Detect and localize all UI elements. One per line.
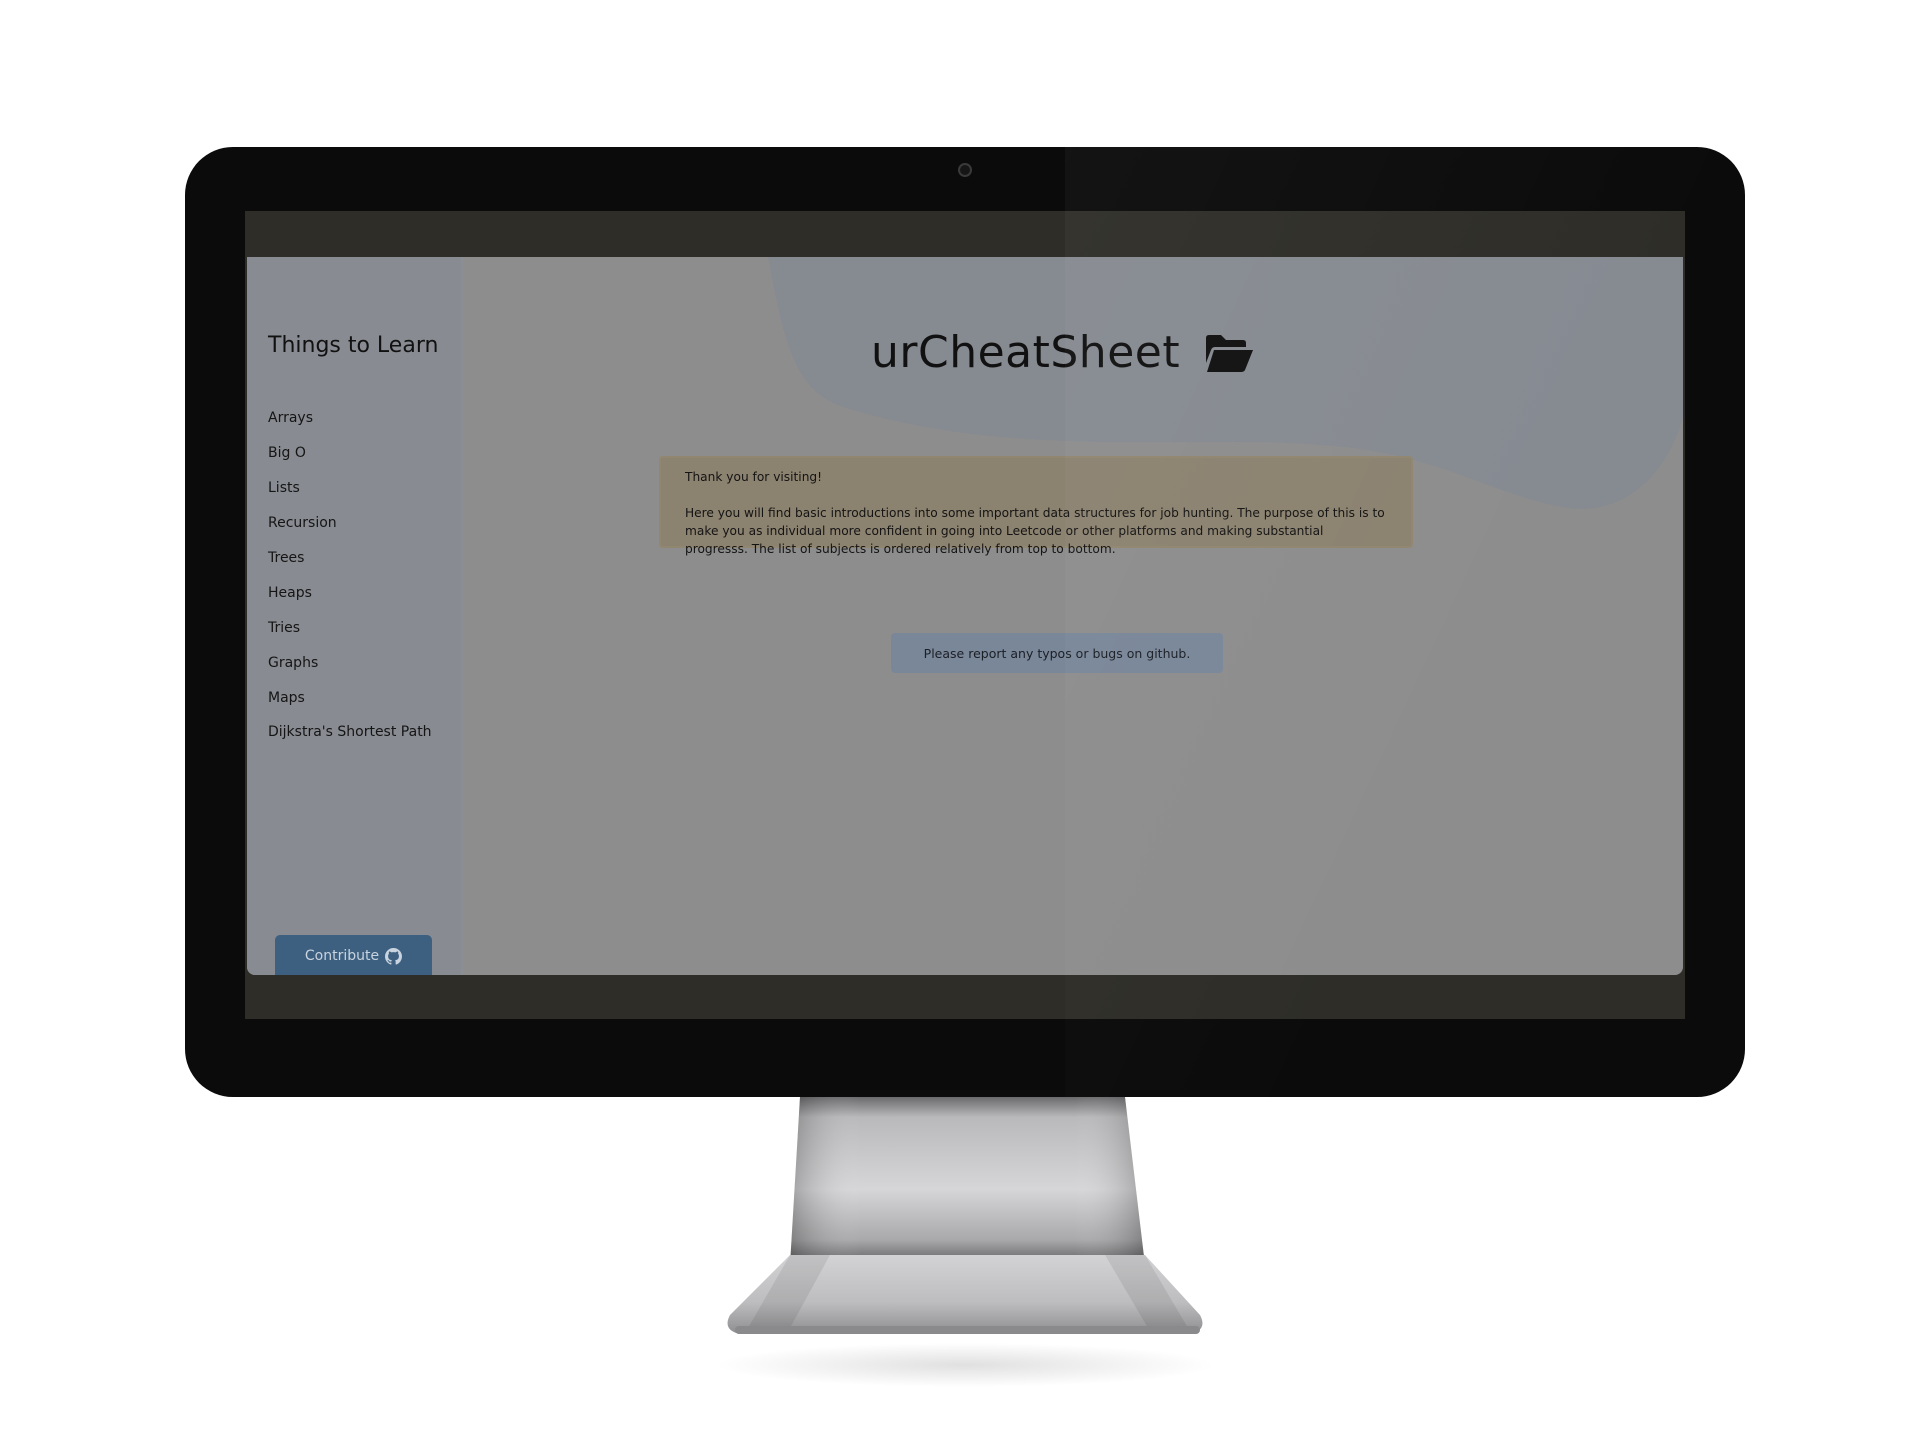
monitor-screen: Things to Learn Arrays Big O Lists Recur… (245, 211, 1685, 1019)
app-title: urCheatSheet (871, 327, 1181, 378)
github-icon (385, 947, 403, 965)
monitor-frame: Things to Learn Arrays Big O Lists Recur… (185, 147, 1745, 1097)
sidebar-item-graphs[interactable]: Graphs (268, 654, 448, 689)
sidebar-title: Things to Learn (268, 333, 439, 358)
folder-open-icon (1206, 335, 1253, 372)
report-bugs-badge: Please report any typos or bugs on githu… (891, 633, 1223, 673)
notice-greeting: Thank you for visiting! (685, 470, 823, 484)
sidebar-item-lists[interactable]: Lists (268, 479, 448, 514)
sidebar-item-tries[interactable]: Tries (268, 619, 448, 654)
web-app: Things to Learn Arrays Big O Lists Recur… (247, 257, 1683, 975)
sidebar-nav: Arrays Big O Lists Recursion Trees Heaps… (268, 409, 448, 741)
webcam-icon (958, 163, 972, 177)
welcome-notice: Thank you for visiting! Here you will fi… (659, 456, 1413, 556)
contribute-label: Contribute (304, 948, 380, 964)
contribute-button[interactable]: Contribute (275, 935, 432, 975)
sidebar-item-heaps[interactable]: Heaps (268, 584, 448, 619)
sidebar-item-trees[interactable]: Trees (268, 549, 448, 584)
sidebar-item-maps[interactable]: Maps (268, 689, 448, 724)
notice-body: Here you will find basic introductions i… (685, 506, 1385, 556)
sidebar-item-dijkstra[interactable]: Dijkstra's Shortest Path (268, 724, 448, 741)
main-content: urCheatSheet Thank you for visiting! Her… (463, 257, 1683, 975)
sidebar: Things to Learn Arrays Big O Lists Recur… (247, 257, 463, 975)
sidebar-item-recursion[interactable]: Recursion (268, 514, 448, 549)
sidebar-item-big-o[interactable]: Big O (268, 444, 448, 479)
sidebar-item-arrays[interactable]: Arrays (268, 409, 448, 444)
